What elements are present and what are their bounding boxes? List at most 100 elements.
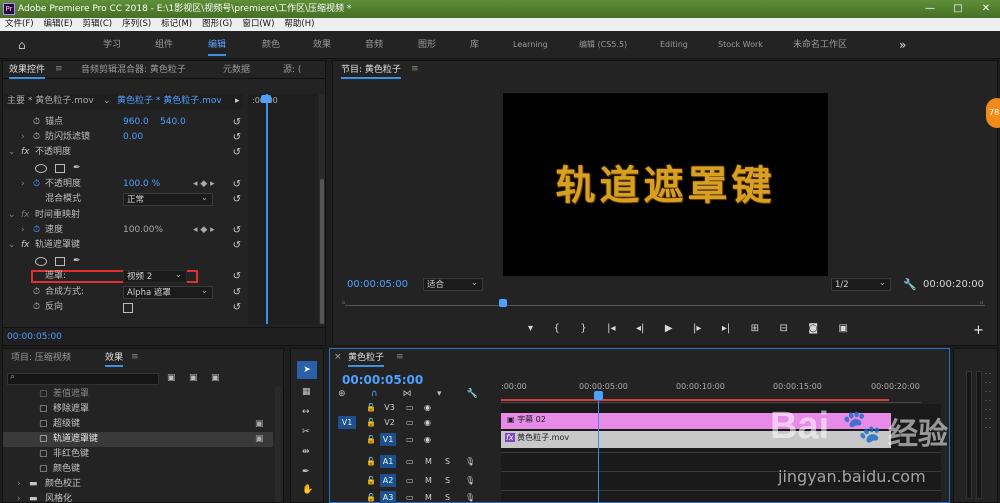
workspaces-overflow-button[interactable]: » [899,31,906,59]
menu-help[interactable]: 帮助(H) [279,18,319,31]
microphone-icon[interactable]: 🎙 [465,455,475,468]
mark-out-icon[interactable]: } [580,323,586,339]
expand-chevron-icon[interactable]: › [21,130,25,145]
stopwatch-icon[interactable]: ⏱ [33,300,40,315]
track-name[interactable]: V1 [380,433,396,446]
lock-icon[interactable]: 🔓 [366,433,376,446]
matte-dropdown[interactable]: 视频 2 [123,269,187,283]
ripple-edit-tool-icon[interactable]: ↔ [302,407,310,417]
workspace-color[interactable]: 颜色 [262,31,280,59]
track-name[interactable]: A3 [380,491,396,503]
list-item[interactable]: ▢ 超级键 ▣ [3,417,273,432]
razor-tool-icon[interactable]: ✂ [302,427,310,437]
panel-menu-icon[interactable]: ≡ [55,64,63,74]
play-icon[interactable]: ▶ [665,323,673,339]
workspace-editing[interactable]: 编辑 [208,31,227,59]
stopwatch-icon[interactable]: ⏱ [33,130,40,145]
rectangle-mask-icon[interactable] [55,164,65,173]
workspace-learning-en[interactable]: Learning [513,31,548,59]
stopwatch-active-icon[interactable]: ⏱ [33,177,40,192]
workspace-editing-en[interactable]: Editing [660,31,688,59]
ellipse-mask-icon[interactable] [35,257,47,266]
list-item[interactable]: ▢ 非红色键 [3,447,273,462]
speed-value[interactable]: 100.00% [123,223,163,238]
fx-icon[interactable]: fx [21,238,30,253]
panel-menu-icon[interactable]: ≡ [131,352,139,362]
workspace-libraries[interactable]: 库 [470,31,479,59]
resolution-dropdown[interactable]: 1/2 [831,277,891,291]
hand-tool-icon[interactable]: ✋ [302,485,313,495]
play-only-icon[interactable]: ▸ [235,94,240,109]
list-item[interactable]: ▢ 移除遮罩 [3,402,273,417]
eye-icon[interactable]: ◉ [424,416,431,429]
tab-source[interactable]: 源: ( [283,61,301,79]
collapse-chevron-icon[interactable]: ⌄ [8,238,16,253]
list-item-selected[interactable]: ▢ 轨道遮罩键 ▣ [3,432,273,447]
timeline-title[interactable]: 黄色粒子 [348,349,385,367]
work-area-bar[interactable] [501,399,889,401]
tab-effects[interactable]: 效果 [105,349,124,367]
timeline-playhead-handle[interactable] [594,391,603,400]
sync-lock-icon[interactable]: ▭ [406,416,414,429]
expand-chevron-icon[interactable]: › [21,223,25,238]
keyframe-playhead[interactable] [266,94,268,324]
stopwatch-icon[interactable]: ⏱ [33,115,40,130]
tab-effect-controls[interactable]: 效果控件 [9,61,46,79]
timeline-ruler[interactable]: :00:00 00:00:05:00 00:00:10:00 00:00:15:… [501,379,921,403]
solo-button[interactable]: S [445,455,450,468]
collapse-chevron-icon[interactable]: ⌄ [8,145,16,160]
lock-icon[interactable]: 🔓 [366,474,376,487]
source-patch[interactable]: V1 [338,416,356,429]
stopwatch-active-icon[interactable]: ⏱ [33,223,40,238]
master-clip-label[interactable]: 主要 * 黄色粒子.mov [7,94,94,109]
track-name[interactable]: V3 [382,401,397,414]
home-icon[interactable]: ⌂ [18,31,26,59]
fx-icon[interactable]: fx [21,145,30,160]
menu-marker[interactable]: 标记(M) [156,18,197,31]
reset-icon[interactable]: ↺ [233,145,241,160]
menu-window[interactable]: 窗口(W) [237,18,279,31]
keyframe-area[interactable]: :00:00 [248,94,318,324]
keyframe-nav-icon[interactable]: ◂ ◆ ▸ [193,223,215,238]
reset-icon[interactable]: ↺ [233,300,241,315]
reset-icon[interactable]: ↺ [233,285,241,300]
panel-menu-icon[interactable]: ≡ [411,64,419,74]
microphone-icon[interactable]: 🎙 [465,491,475,503]
track-select-tool-icon[interactable]: ▦ [302,387,311,397]
workspace-stock-work[interactable]: Stock Work [718,31,763,59]
floating-badge[interactable]: 78 [986,98,1000,128]
reset-icon[interactable]: ↺ [233,115,241,130]
mute-button[interactable]: M [425,474,432,487]
maximize-button[interactable]: □ [944,0,972,18]
add-marker-icon[interactable]: ▾ [528,323,533,339]
track-name[interactable]: A2 [380,474,396,487]
program-scrubber[interactable] [345,305,985,306]
tab-audio-clip-mixer[interactable]: 音频剪辑混合器: 黄色粒子 [81,61,186,79]
track-name[interactable]: A1 [380,455,396,468]
clip-title-02[interactable]: ▣ 字幕 02 [501,413,891,429]
program-video-frame[interactable]: 轨道遮罩键 [503,93,828,276]
lock-icon[interactable]: 🔓 [366,416,376,429]
menu-edit[interactable]: 编辑(E) [39,18,78,31]
menu-sequence[interactable]: 序列(S) [117,18,156,31]
solo-button[interactable]: S [445,491,450,503]
effect-controls-scrollbar[interactable] [319,94,325,324]
workspace-untitled[interactable]: 未命名工作区 [793,31,847,59]
fit-dropdown[interactable]: 适合 [423,277,483,291]
list-item[interactable]: ▢ 颜色键 [3,462,273,477]
tab-metadata[interactable]: 元数据 [223,61,250,79]
collapse-chevron-icon[interactable]: ⌄ [8,208,16,223]
workspace-graphics[interactable]: 图形 [418,31,436,59]
effects-search-input[interactable]: ⌕ [7,372,159,385]
lock-icon[interactable]: 🔓 [366,455,376,468]
sync-lock-icon[interactable]: ▭ [406,491,414,503]
panel-menu-icon[interactable]: ≡ [396,352,404,362]
ellipse-mask-icon[interactable] [35,164,47,173]
yuv-effects-icon[interactable]: ▣ [211,373,220,383]
sync-lock-icon[interactable]: ▭ [406,474,414,487]
step-back-icon[interactable]: ◂| [636,323,644,339]
sync-lock-icon[interactable]: ▭ [406,433,414,446]
keyframe-nav-icon[interactable]: ◂ ◆ ▸ [193,177,215,192]
rectangle-mask-icon[interactable] [55,257,65,266]
close-button[interactable]: ✕ [972,0,1000,18]
